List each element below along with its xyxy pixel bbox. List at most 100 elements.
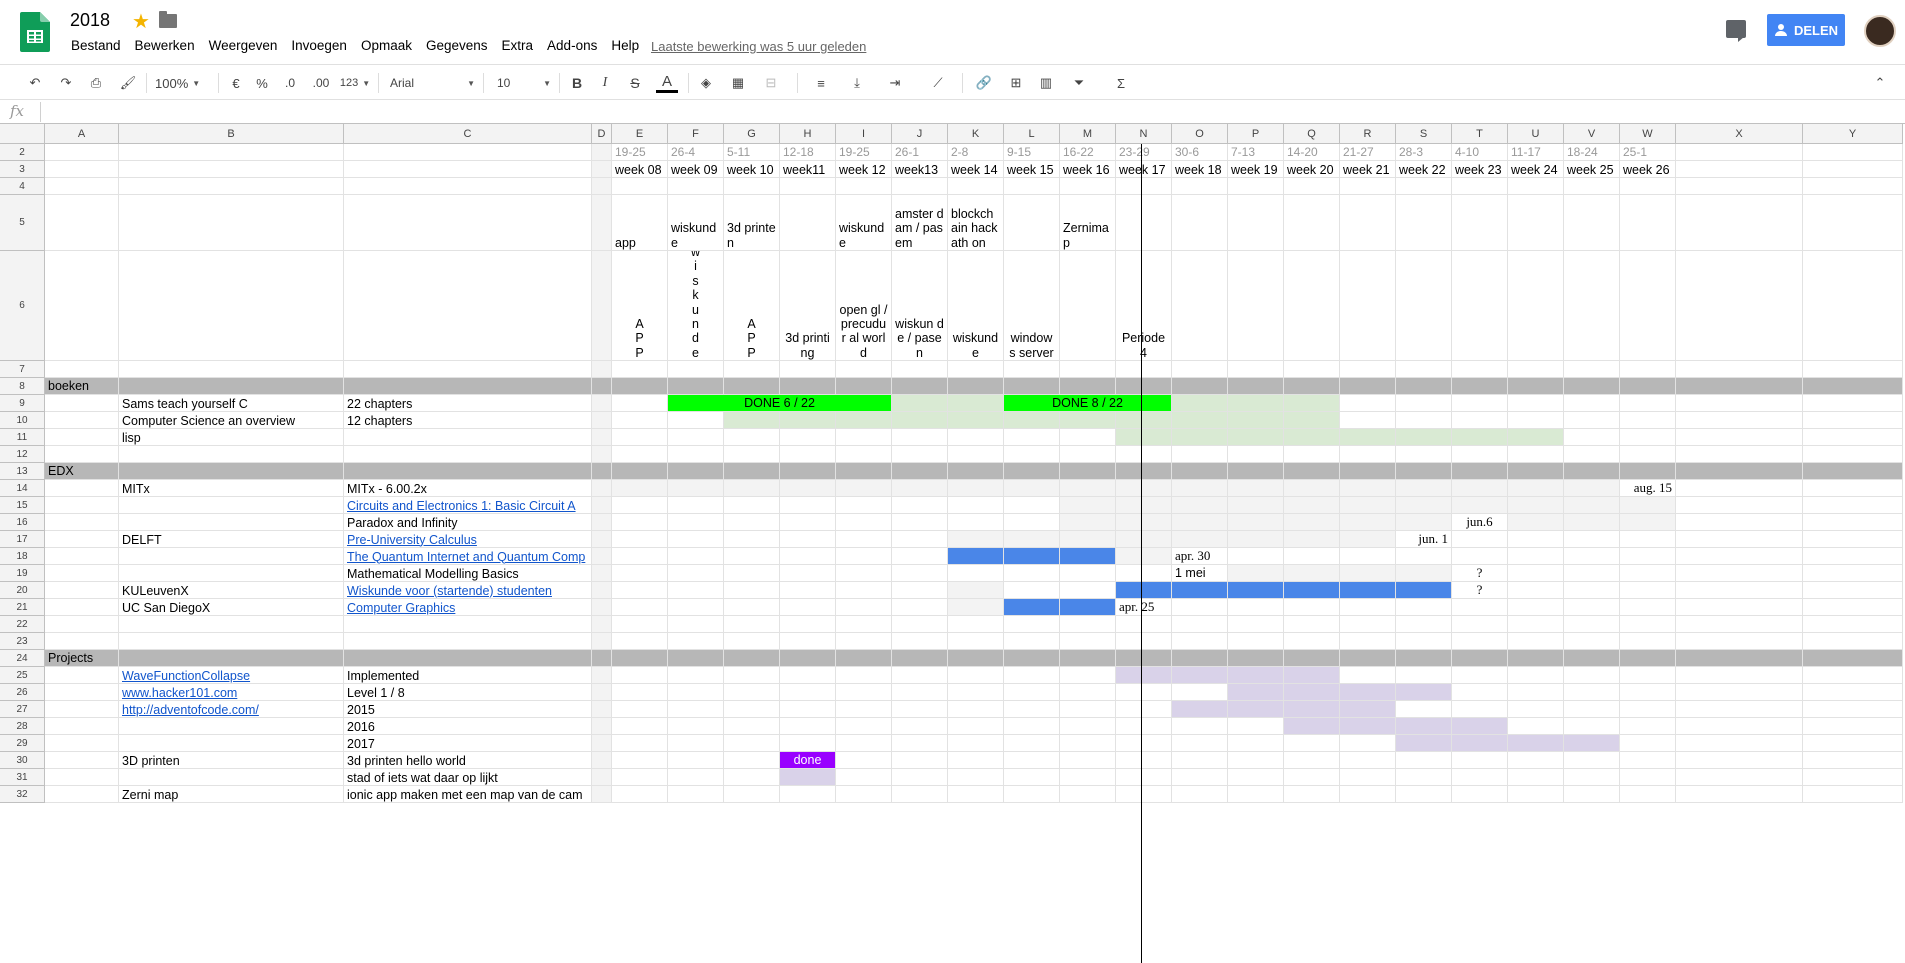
cell-w6[interactable] <box>1620 251 1676 361</box>
cell-q17[interactable] <box>1284 531 1340 548</box>
cell-u29[interactable] <box>1508 735 1564 752</box>
cell-m25[interactable] <box>1060 667 1116 684</box>
cell-u32[interactable] <box>1508 786 1564 803</box>
column-header-e[interactable]: E <box>612 124 668 144</box>
row-header-13[interactable]: 13 <box>0 463 45 480</box>
cell-y20[interactable] <box>1803 582 1903 599</box>
cell-m6[interactable] <box>1060 251 1116 361</box>
column-header-g[interactable]: G <box>724 124 780 144</box>
cell-u26[interactable] <box>1508 684 1564 701</box>
cell-n4[interactable] <box>1116 178 1172 195</box>
text-color-button[interactable]: A <box>656 73 678 93</box>
cell-s21[interactable] <box>1396 599 1452 616</box>
cell-f22[interactable] <box>668 616 724 633</box>
column-header-h[interactable]: H <box>780 124 836 144</box>
cell-c2[interactable] <box>344 144 592 161</box>
cell-n32[interactable] <box>1116 786 1172 803</box>
cell-t16[interactable]: jun.6 <box>1452 514 1508 531</box>
cell-x9[interactable] <box>1676 395 1803 412</box>
cell-v18[interactable] <box>1564 548 1620 565</box>
cell-o8[interactable] <box>1172 378 1228 395</box>
cell-n21[interactable]: apr. 25 <box>1116 599 1172 616</box>
cell-x14[interactable] <box>1676 480 1803 497</box>
cell-g13[interactable] <box>724 463 780 480</box>
cell-l24[interactable] <box>1004 650 1060 667</box>
cell-k3[interactable]: week 14 <box>948 161 1004 178</box>
cell-i4[interactable] <box>836 178 892 195</box>
cell-q15[interactable] <box>1284 497 1340 514</box>
cell-o3[interactable]: week 18 <box>1172 161 1228 178</box>
cell-o30[interactable] <box>1172 752 1228 769</box>
row-header-26[interactable]: 26 <box>0 684 45 701</box>
menu-invoegen[interactable]: Invoegen <box>291 38 347 53</box>
cell-n29[interactable] <box>1116 735 1172 752</box>
cell-p20[interactable] <box>1228 582 1284 599</box>
cell-x30[interactable] <box>1676 752 1803 769</box>
cell-o6[interactable] <box>1172 251 1228 361</box>
cell-m21[interactable] <box>1060 599 1116 616</box>
cell-o16[interactable] <box>1172 514 1228 531</box>
cell-l14[interactable] <box>1004 480 1060 497</box>
cell-q20[interactable] <box>1284 582 1340 599</box>
cell-e8[interactable] <box>612 378 668 395</box>
cell-t30[interactable] <box>1452 752 1508 769</box>
cell-p6[interactable] <box>1228 251 1284 361</box>
column-header-t[interactable]: T <box>1452 124 1508 144</box>
cell-l9[interactable]: DONE 8 / 22 <box>1004 395 1172 412</box>
cell-l22[interactable] <box>1004 616 1060 633</box>
cell-l5[interactable] <box>1004 195 1060 251</box>
cell-e22[interactable] <box>612 616 668 633</box>
cell-m7[interactable] <box>1060 361 1116 378</box>
cell-w19[interactable] <box>1620 565 1676 582</box>
cell-d2[interactable] <box>592 144 612 161</box>
cell-b19[interactable] <box>119 565 344 582</box>
cell-t20[interactable]: ? <box>1452 582 1508 599</box>
cell-i20[interactable] <box>836 582 892 599</box>
cell-h3[interactable]: week11 <box>780 161 836 178</box>
cell-y30[interactable] <box>1803 752 1903 769</box>
cell-a16[interactable] <box>45 514 119 531</box>
cell-d3[interactable] <box>592 161 612 178</box>
cell-y11[interactable] <box>1803 429 1903 446</box>
sheets-logo-icon[interactable] <box>20 12 50 52</box>
cell-b12[interactable] <box>119 446 344 463</box>
cell-d20[interactable] <box>592 582 612 599</box>
cell-j10[interactable] <box>892 412 948 429</box>
star-icon[interactable]: ★ <box>132 9 150 34</box>
cell-j3[interactable]: week13 <box>892 161 948 178</box>
cell-f12[interactable] <box>668 446 724 463</box>
cell-u22[interactable] <box>1508 616 1564 633</box>
cell-l11[interactable] <box>1004 429 1060 446</box>
menu-add-ons[interactable]: Add-ons <box>547 38 597 53</box>
cell-v17[interactable] <box>1564 531 1620 548</box>
cell-p10[interactable] <box>1228 412 1284 429</box>
cell-f19[interactable] <box>668 565 724 582</box>
cell-g6[interactable]: A P P <box>724 251 780 361</box>
cell-t26[interactable] <box>1452 684 1508 701</box>
cell-k7[interactable] <box>948 361 1004 378</box>
cell-t5[interactable] <box>1452 195 1508 251</box>
cell-d4[interactable] <box>592 178 612 195</box>
cell-e17[interactable] <box>612 531 668 548</box>
cell-u30[interactable] <box>1508 752 1564 769</box>
cell-c4[interactable] <box>344 178 592 195</box>
cell-w24[interactable] <box>1620 650 1676 667</box>
cell-j12[interactable] <box>892 446 948 463</box>
cell-s20[interactable] <box>1396 582 1452 599</box>
cell-g22[interactable] <box>724 616 780 633</box>
cell-h8[interactable] <box>780 378 836 395</box>
cell-p5[interactable] <box>1228 195 1284 251</box>
cell-u13[interactable] <box>1508 463 1564 480</box>
cell-i24[interactable] <box>836 650 892 667</box>
share-button[interactable]: DELEN <box>1767 14 1845 46</box>
cell-c11[interactable] <box>344 429 592 446</box>
cell-v10[interactable] <box>1564 412 1620 429</box>
cell-y26[interactable] <box>1803 684 1903 701</box>
column-header-s[interactable]: S <box>1396 124 1452 144</box>
insert-chart-icon[interactable]: ▥ <box>1034 73 1058 93</box>
cell-f25[interactable] <box>668 667 724 684</box>
cell-b21[interactable]: UC San DiegoX <box>119 599 344 616</box>
cell-r2[interactable]: 21-27 <box>1340 144 1396 161</box>
cell-x29[interactable] <box>1676 735 1803 752</box>
cell-f26[interactable] <box>668 684 724 701</box>
